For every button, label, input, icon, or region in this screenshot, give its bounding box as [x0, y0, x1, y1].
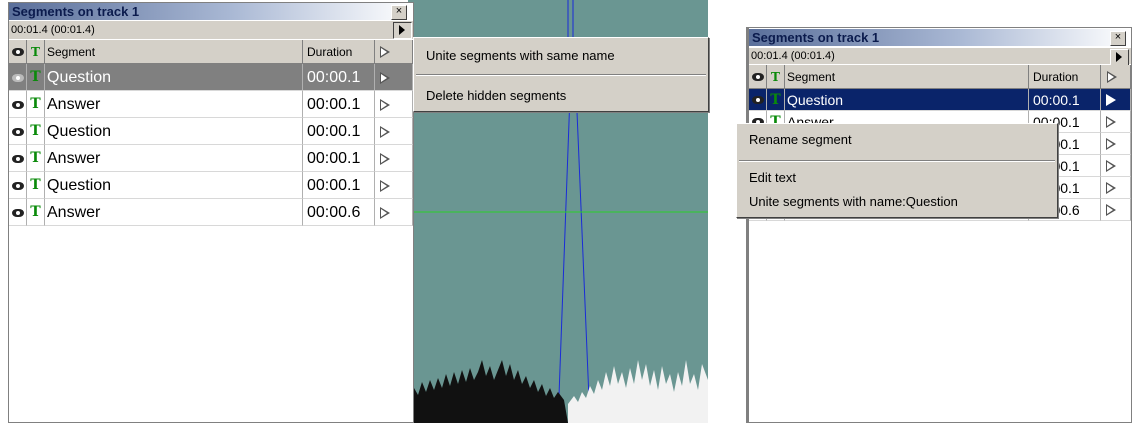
play-segment-icon[interactable]	[1106, 182, 1116, 194]
waveform-dark	[408, 360, 568, 423]
segment-name[interactable]: Answer	[45, 91, 303, 118]
play-column-icon[interactable]	[380, 46, 390, 58]
play-segment-icon[interactable]	[1106, 116, 1116, 128]
play-segment-icon[interactable]	[380, 72, 390, 84]
segment-duration[interactable]: 00:00.1	[1029, 89, 1101, 111]
context-menu-right: Rename segment Edit text Unite segments …	[736, 123, 1058, 218]
play-icon	[1116, 52, 1122, 62]
table-row[interactable]: TQuestion00:00.1	[9, 64, 413, 91]
play-segment-icon[interactable]	[1106, 160, 1116, 172]
table-row[interactable]: TAnswer00:00.6	[9, 199, 413, 226]
close-button[interactable]: ×	[391, 5, 407, 20]
segment-name[interactable]: Question	[45, 64, 303, 91]
menu-separator	[739, 160, 1055, 162]
column-header-duration[interactable]: Duration	[1029, 65, 1101, 89]
panel-title: Segments on track 1	[9, 3, 413, 20]
menu-button[interactable]	[393, 22, 412, 39]
play-segment-icon[interactable]	[1106, 138, 1116, 150]
eye-icon[interactable]	[752, 73, 764, 81]
column-header-duration[interactable]: Duration	[303, 40, 375, 64]
menu-item-unite-same-name[interactable]: Unite segments with same name	[414, 48, 708, 63]
table-row[interactable]: TQuestion00:00.1	[9, 118, 413, 145]
time-text: 00:01.4 (00:01.4)	[11, 24, 95, 36]
segment-duration[interactable]: 00:00.1	[303, 145, 375, 172]
menu-item-edit-text[interactable]: Edit text	[737, 170, 1057, 185]
play-column-icon[interactable]	[1107, 71, 1117, 83]
segment-name[interactable]: Question	[45, 118, 303, 145]
play-segment-icon[interactable]	[380, 153, 390, 165]
time-display: 00:01.4 (00:01.4)	[9, 21, 413, 39]
text-icon[interactable]: T	[27, 40, 45, 64]
text-icon[interactable]: T	[27, 64, 45, 91]
menu-separator	[416, 74, 706, 76]
text-icon[interactable]: T	[767, 89, 785, 111]
column-header-segment[interactable]: Segment	[785, 65, 1029, 89]
eye-icon[interactable]	[12, 182, 24, 190]
time-text: 00:01.4 (00:01.4)	[751, 50, 835, 62]
text-icon[interactable]: T	[767, 65, 785, 89]
segment-name[interactable]: Question	[45, 172, 303, 199]
text-icon[interactable]: T	[27, 172, 45, 199]
segments-panel-right: Segments on track 1 × 00:01.4 (00:01.4) …	[746, 27, 1132, 423]
menu-button[interactable]	[1110, 49, 1129, 66]
time-display: 00:01.4 (00:01.4)	[749, 48, 1131, 64]
panel-title: Segments on track 1	[749, 29, 1131, 46]
menu-item-unite-with-name[interactable]: Unite segments with name:Question	[737, 194, 1057, 209]
segment-name[interactable]: Answer	[45, 199, 303, 226]
menu-item-rename-segment[interactable]: Rename segment	[737, 132, 1057, 147]
segments-panel-left: Segments on track 1 × 00:01.4 (00:01.4) …	[8, 2, 414, 423]
play-segment-icon[interactable]	[380, 207, 390, 219]
eye-icon[interactable]	[12, 128, 24, 136]
close-button[interactable]: ×	[1110, 31, 1126, 46]
table-row[interactable]: TAnswer00:00.1	[9, 145, 413, 172]
eye-icon[interactable]	[12, 74, 24, 82]
play-segment-icon[interactable]	[380, 180, 390, 192]
menu-item-delete-hidden[interactable]: Delete hidden segments	[414, 88, 708, 103]
play-segment-icon[interactable]	[1106, 94, 1116, 106]
text-icon[interactable]: T	[27, 91, 45, 118]
eye-icon[interactable]	[12, 209, 24, 217]
table-row[interactable]: TQuestion00:00.1	[749, 89, 1131, 111]
segment-duration[interactable]: 00:00.1	[303, 91, 375, 118]
column-header-segment[interactable]: Segment	[45, 40, 303, 64]
play-segment-icon[interactable]	[380, 99, 390, 111]
eye-icon[interactable]	[752, 96, 764, 104]
text-icon[interactable]: T	[27, 145, 45, 172]
segment-duration[interactable]: 00:00.1	[303, 118, 375, 145]
segment-duration[interactable]: 00:00.6	[303, 199, 375, 226]
waveform-light	[568, 360, 708, 423]
context-menu-left: Unite segments with same name Delete hid…	[413, 37, 709, 112]
play-segment-icon[interactable]	[380, 126, 390, 138]
segment-name[interactable]: Answer	[45, 145, 303, 172]
segment-name[interactable]: Question	[785, 89, 1029, 111]
table-header: T Segment Duration	[9, 40, 413, 64]
eye-icon[interactable]	[12, 48, 24, 56]
table-row[interactable]: TQuestion00:00.1	[9, 172, 413, 199]
table-row[interactable]: TAnswer00:00.1	[9, 91, 413, 118]
eye-icon[interactable]	[12, 155, 24, 163]
close-icon: ×	[1114, 31, 1122, 43]
close-icon: ×	[395, 5, 403, 17]
segment-duration[interactable]: 00:00.1	[303, 64, 375, 91]
eye-icon[interactable]	[12, 101, 24, 109]
text-icon[interactable]: T	[27, 199, 45, 226]
play-segment-icon[interactable]	[1106, 204, 1116, 216]
text-icon[interactable]: T	[27, 118, 45, 145]
segment-duration[interactable]: 00:00.1	[303, 172, 375, 199]
play-icon	[399, 25, 405, 35]
table-header: T Segment Duration	[749, 65, 1131, 89]
